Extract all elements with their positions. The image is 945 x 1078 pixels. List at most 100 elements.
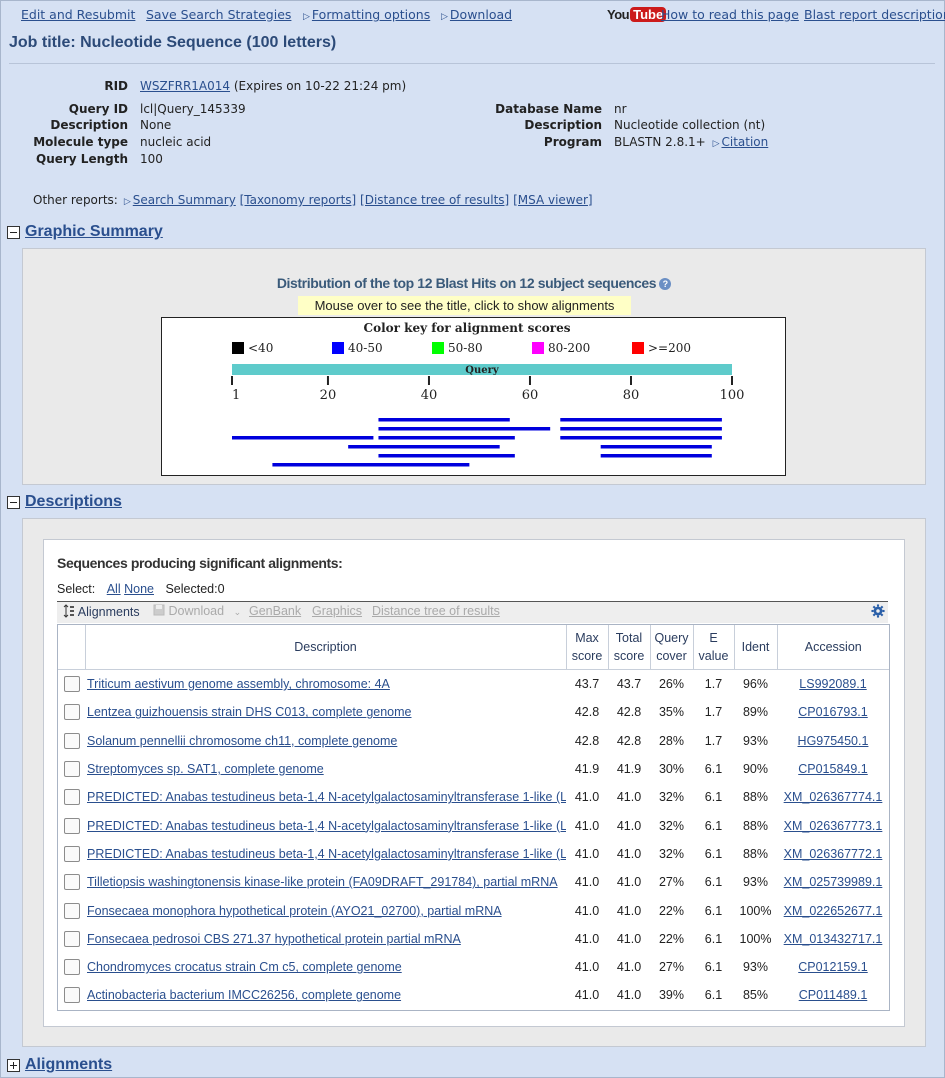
download-control[interactable]: ▷ Download	[441, 7, 512, 22]
description-link[interactable]: PREDICTED: Anabas testudineus beta-1,4 N…	[87, 790, 566, 804]
descriptions-header: Descriptions	[7, 493, 122, 511]
total-score-column-header[interactable]: Total score	[607, 625, 650, 670]
description-link[interactable]: Lentzea guizhouensis strain DHS C013, co…	[87, 705, 412, 719]
accession-link[interactable]: CP016793.1	[798, 705, 868, 719]
description-link[interactable]: Fonsecaea pedrosoi CBS 271.37 hypothetic…	[87, 932, 461, 946]
row-select-checkbox[interactable]	[63, 761, 80, 778]
alignments-view-button[interactable]: Alignments	[63, 604, 140, 619]
hit-segment[interactable]	[378, 436, 515, 440]
youtube-logo-icon[interactable]: You Tube	[607, 5, 667, 23]
accession-link[interactable]: CP012159.1	[798, 960, 868, 974]
rid-link[interactable]: WSZFRR1A014	[140, 79, 230, 93]
msa-viewer-link[interactable]: [MSA viewer]	[513, 193, 593, 207]
accession-link[interactable]: XM_026367774.1	[784, 790, 883, 804]
hit-segment[interactable]	[560, 418, 722, 422]
collapse-icon[interactable]	[7, 495, 20, 509]
table-row[interactable]: PREDICTED: Anabas testudineus beta-1,4 N…	[58, 783, 889, 811]
hit-segment[interactable]	[348, 445, 500, 449]
formatting-options-control[interactable]: ▷ Formatting options	[303, 7, 430, 22]
table-row[interactable]: Fonsecaea pedrosoi CBS 271.37 hypothetic…	[58, 925, 889, 953]
row-select-checkbox[interactable]	[63, 930, 80, 947]
description-link[interactable]: Tilletiopsis washingtonensis kinase-like…	[87, 875, 558, 889]
descriptions-title[interactable]: Descriptions	[25, 493, 122, 511]
collapse-icon[interactable]	[7, 225, 20, 239]
save-search-strategies-link[interactable]: Save Search Strategies	[146, 7, 291, 22]
row-select-checkbox[interactable]	[63, 704, 80, 721]
description-link[interactable]: Chondromyces crocatus strain Cm c5, comp…	[87, 960, 402, 974]
description-link[interactable]: PREDICTED: Anabas testudineus beta-1,4 N…	[87, 819, 566, 833]
taxonomy-reports-link[interactable]: [Taxonomy reports]	[240, 193, 357, 207]
accession-link[interactable]: XM_013432717.1	[784, 932, 883, 946]
row-select-checkbox[interactable]	[63, 987, 80, 1004]
row-select-checkbox[interactable]	[63, 732, 80, 749]
table-row[interactable]: Triticum aestivum genome assembly, chrom…	[58, 670, 889, 699]
hit-segment[interactable]	[600, 454, 712, 458]
hit-segment[interactable]	[232, 436, 374, 440]
expand-icon[interactable]	[7, 1058, 20, 1072]
hit-segment[interactable]	[378, 418, 510, 422]
row-select-checkbox[interactable]	[63, 676, 80, 693]
hit-segment[interactable]	[378, 454, 515, 458]
formatting-options-link[interactable]: Formatting options	[312, 7, 430, 22]
accession-link[interactable]: LS992089.1	[799, 677, 866, 691]
row-select-checkbox[interactable]	[63, 874, 80, 891]
row-select-checkbox[interactable]	[63, 845, 80, 862]
table-row[interactable]: Lentzea guizhouensis strain DHS C013, co…	[58, 698, 889, 726]
row-select-checkbox[interactable]	[63, 789, 80, 806]
graphic-summary-title[interactable]: Graphic Summary	[25, 223, 163, 241]
how-to-read-link[interactable]: How to read this page	[661, 7, 799, 22]
download-button[interactable]: Download ⌄	[153, 604, 241, 618]
hit-graphic-svg[interactable]: Color key for alignment scores <40 40-50 50…	[162, 318, 785, 475]
row-select-checkbox[interactable]	[63, 902, 80, 919]
table-row[interactable]: Solanum pennellii chromosome ch11, compl…	[58, 727, 889, 755]
accession-link[interactable]: XM_025739989.1	[784, 875, 883, 889]
blast-report-description-link[interactable]: Blast report description	[804, 7, 945, 22]
distance-tree-link[interactable]: [Distance tree of results]	[360, 193, 509, 207]
graphics-link[interactable]: Graphics	[312, 604, 362, 618]
accession-link[interactable]: XM_026367773.1	[784, 819, 883, 833]
accession-link[interactable]: HG975450.1	[798, 734, 869, 748]
select-none-link[interactable]: None	[124, 582, 154, 596]
max-score-column-header[interactable]: Max score	[565, 625, 608, 670]
description-link[interactable]: Streptomyces sp. SAT1, complete genome	[87, 762, 324, 776]
description-link[interactable]: Actinobacteria bacterium IMCC26256, comp…	[87, 988, 401, 1002]
e-value-column-header[interactable]: Evalue	[692, 625, 734, 670]
help-icon[interactable]: ?	[659, 278, 672, 291]
hit-segment[interactable]	[272, 463, 470, 467]
hit-graphic[interactable]: Color key for alignment scores <40 40-50 50…	[161, 317, 786, 476]
hit-segment[interactable]	[560, 427, 722, 431]
alignments-title[interactable]: Alignments	[25, 1056, 112, 1074]
table-row[interactable]: PREDICTED: Anabas testudineus beta-1,4 N…	[58, 840, 889, 868]
description-link[interactable]: PREDICTED: Anabas testudineus beta-1,4 N…	[87, 847, 566, 861]
search-summary-link[interactable]: Search Summary	[133, 193, 236, 207]
accession-link[interactable]: XM_022652677.1	[784, 904, 883, 918]
table-row[interactable]: PREDICTED: Anabas testudineus beta-1,4 N…	[58, 811, 889, 839]
row-select-checkbox[interactable]	[63, 817, 80, 834]
distance-tree-results-link[interactable]: Distance tree of results	[372, 604, 500, 618]
description-link[interactable]: Fonsecaea monophora hypothetical protein…	[87, 904, 502, 918]
table-row[interactable]: Streptomyces sp. SAT1, complete genome 41…	[58, 755, 889, 783]
select-all-link[interactable]: All	[107, 582, 121, 596]
ident-column-header[interactable]: Ident	[733, 625, 777, 670]
description-link[interactable]: Triticum aestivum genome assembly, chrom…	[87, 677, 390, 691]
genbank-link[interactable]: GenBank	[249, 604, 301, 618]
table-row[interactable]: Chondromyces crocatus strain Cm c5, comp…	[58, 953, 889, 981]
hit-segment[interactable]	[378, 427, 551, 431]
table-row[interactable]: Fonsecaea monophora hypothetical protein…	[58, 896, 889, 924]
gear-icon[interactable]	[871, 604, 885, 618]
citation-link[interactable]: Citation	[721, 135, 768, 149]
hit-segment[interactable]	[600, 445, 712, 449]
description-column-header[interactable]: Description	[84, 625, 566, 670]
accession-link[interactable]: CP015849.1	[798, 762, 868, 776]
hit-segment[interactable]	[560, 436, 722, 440]
accession-column-header[interactable]: Accession	[776, 625, 889, 670]
table-row[interactable]: Actinobacteria bacterium IMCC26256, comp…	[58, 981, 889, 1009]
accession-link[interactable]: CP011489.1	[799, 988, 868, 1002]
row-select-checkbox[interactable]	[63, 959, 80, 976]
table-row[interactable]: Tilletiopsis washingtonensis kinase-like…	[58, 868, 889, 896]
edit-resubmit-link[interactable]: Edit and Resubmit	[21, 7, 135, 22]
description-link[interactable]: Solanum pennellii chromosome ch11, compl…	[87, 734, 397, 748]
accession-link[interactable]: XM_026367772.1	[784, 847, 883, 861]
download-link[interactable]: Download	[450, 7, 512, 22]
query-cover-column-header[interactable]: Query cover	[649, 625, 693, 670]
